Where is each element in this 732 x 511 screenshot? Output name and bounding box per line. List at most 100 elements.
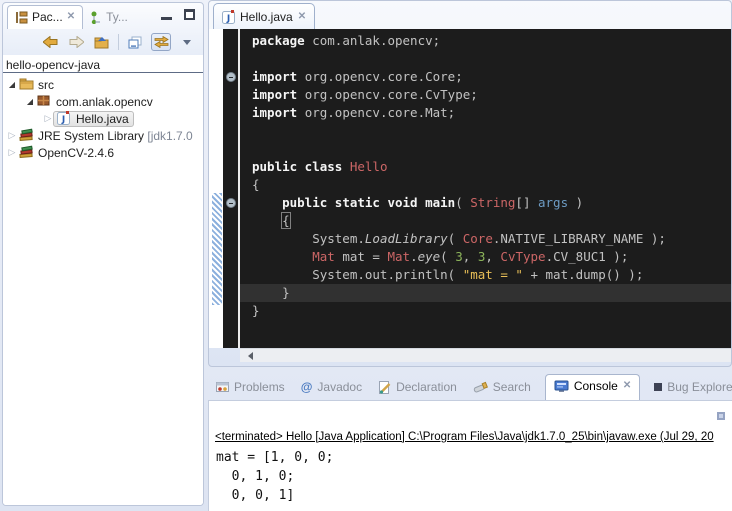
forward-arrow-icon bbox=[69, 36, 84, 48]
javadoc-icon: @ bbox=[301, 381, 313, 393]
code-line: System.LoadLibrary( Core.NATIVE_LIBRARY_… bbox=[252, 230, 731, 248]
code-text[interactable]: package com.anlak.opencv; import org.ope… bbox=[240, 29, 731, 348]
collapse-all-button[interactable] bbox=[125, 33, 145, 51]
range-indicator bbox=[212, 193, 222, 305]
minimize-button[interactable] bbox=[161, 17, 172, 20]
tree-item-label: Hello.java bbox=[76, 112, 129, 126]
chevron-down-icon bbox=[183, 40, 191, 45]
view-window-buttons bbox=[161, 9, 195, 20]
code-token: org.opencv.core.Core; bbox=[305, 69, 463, 84]
console-output[interactable]: mat = [1, 0, 0; 0, 1, 0; 0, 0, 1] bbox=[216, 448, 333, 505]
tree-item-project-root[interactable]: hello-opencv-java bbox=[3, 58, 203, 73]
code-token: { bbox=[282, 213, 290, 228]
package-folder-icon bbox=[19, 77, 35, 92]
close-icon[interactable]: ✕ bbox=[67, 12, 75, 22]
tab-package-explorer[interactable]: Pac... ✕ bbox=[7, 5, 83, 29]
code-line: System.out.println( "mat = " + mat.dump(… bbox=[252, 266, 731, 284]
code-token: args bbox=[538, 195, 568, 210]
view-tabbar: Pac... ✕ Ty... bbox=[3, 3, 203, 29]
console-toolbar-icon[interactable] bbox=[717, 412, 725, 420]
expand-arrow-icon[interactable]: ▷ bbox=[7, 130, 17, 141]
tab-label: Javadoc bbox=[317, 380, 362, 394]
console-output-line: 0, 1, 0; bbox=[216, 467, 333, 486]
editor-tab-hello-java[interactable]: J Hello.java ✕ bbox=[213, 3, 315, 29]
code-token: Mat bbox=[387, 249, 410, 264]
editor-tabbar: J Hello.java ✕ bbox=[209, 1, 731, 29]
tab-label: Ty... bbox=[106, 10, 128, 24]
code-line: } bbox=[252, 302, 731, 320]
fold-margin[interactable] bbox=[223, 29, 240, 348]
console-output-line: 0, 0, 1] bbox=[216, 486, 333, 505]
console-process-title: <terminated> Hello [Java Application] C:… bbox=[215, 431, 732, 443]
library-icon bbox=[19, 128, 35, 143]
selected-item-highlight: JHello.java bbox=[53, 111, 134, 127]
go-up-button[interactable] bbox=[92, 33, 112, 51]
project-tree: hello-opencv-java ◢src◢com.anlak.opencv▷… bbox=[3, 55, 203, 505]
tab-problems[interactable]: Problems bbox=[214, 376, 287, 400]
code-line: package com.anlak.opencv; bbox=[252, 32, 731, 50]
close-icon[interactable]: ✕ bbox=[298, 12, 306, 22]
scroll-left-arrow-icon[interactable] bbox=[248, 352, 253, 360]
forward-button[interactable] bbox=[66, 33, 86, 51]
code-token: } bbox=[252, 303, 260, 318]
tree-item-jre-system-library[interactable]: ▷ JRE System Library [jdk1.7.0 bbox=[3, 127, 203, 144]
code-token: String bbox=[470, 195, 515, 210]
code-token: + mat.dump() ); bbox=[523, 267, 643, 282]
expand-arrow-icon[interactable]: ▷ bbox=[43, 113, 53, 124]
tree-item-src[interactable]: ◢src bbox=[3, 76, 203, 93]
tab-label: Pac... bbox=[32, 10, 63, 24]
tab-search[interactable]: Search bbox=[471, 376, 533, 400]
code-token: ( bbox=[448, 231, 463, 246]
back-arrow-icon bbox=[43, 36, 58, 48]
horizontal-scrollbar[interactable] bbox=[240, 348, 731, 362]
code-line: } bbox=[240, 284, 731, 302]
fold-collapse-icon[interactable] bbox=[226, 72, 236, 82]
tab-label: Declaration bbox=[396, 380, 457, 394]
tab-type-hierarchy[interactable]: Ty... bbox=[83, 6, 135, 29]
code-line: import org.opencv.core.CvType; bbox=[252, 86, 731, 104]
collapse-arrow-icon[interactable]: ◢ bbox=[7, 80, 17, 89]
code-token: . bbox=[410, 249, 418, 264]
fold-collapse-icon[interactable] bbox=[226, 198, 236, 208]
link-with-editor-button[interactable] bbox=[151, 33, 171, 51]
tab-declaration[interactable]: Declaration bbox=[376, 376, 459, 400]
tree-item-label: OpenCV-2.4.6 bbox=[38, 146, 114, 160]
maximize-button[interactable] bbox=[184, 9, 195, 20]
code-line: Mat mat = Mat.eye( 3, 3, CvType.CV_8UC1 … bbox=[252, 248, 731, 266]
code-token: Core bbox=[463, 231, 493, 246]
bottom-view-stack: Problems @ Javadoc Declaration Search Console… bbox=[208, 372, 732, 511]
code-line: import org.opencv.core.Core; bbox=[252, 68, 731, 86]
code-token: import bbox=[252, 105, 305, 120]
code-token: [] bbox=[515, 195, 538, 210]
package-explorer-icon bbox=[15, 11, 28, 24]
tab-console[interactable]: Console ✕ bbox=[545, 374, 640, 400]
code-token: import bbox=[252, 69, 305, 84]
tree-item-com-anlak-opencv[interactable]: ◢com.anlak.opencv bbox=[3, 93, 203, 110]
code-token: ( bbox=[455, 195, 470, 210]
tab-label: Bug Explorer bbox=[667, 380, 732, 394]
code-token bbox=[252, 249, 312, 264]
back-button[interactable] bbox=[40, 33, 60, 51]
tree-item-hello-java[interactable]: ▷JHello.java bbox=[3, 110, 203, 127]
tree-item-label: JRE System Library [jdk1.7.0 bbox=[38, 129, 193, 143]
code-editor[interactable]: package com.anlak.opencv; import org.ope… bbox=[209, 29, 731, 348]
code-line: public class Hello bbox=[252, 158, 731, 176]
svg-text:J: J bbox=[226, 14, 230, 24]
code-token: public class bbox=[252, 159, 350, 174]
java-file-icon: J bbox=[222, 10, 235, 24]
code-line: public static void main( String[] args ) bbox=[252, 194, 731, 212]
view-menu-button[interactable] bbox=[177, 33, 197, 51]
code-line bbox=[252, 140, 731, 158]
collapse-arrow-icon[interactable]: ◢ bbox=[25, 97, 35, 106]
code-token: , bbox=[485, 249, 500, 264]
bug-icon bbox=[654, 383, 662, 391]
bottom-tabbar: Problems @ Javadoc Declaration Search Console… bbox=[208, 372, 732, 400]
expand-arrow-icon[interactable]: ▷ bbox=[7, 147, 17, 158]
close-icon[interactable]: ✕ bbox=[623, 381, 631, 391]
tab-label: Console bbox=[574, 379, 618, 393]
project-label: hello-opencv-java bbox=[6, 58, 100, 72]
tree-item-opencv-2-4-6[interactable]: ▷ OpenCV-2.4.6 bbox=[3, 144, 203, 161]
tab-javadoc[interactable]: @ Javadoc bbox=[299, 376, 364, 400]
annotation-ruler[interactable] bbox=[209, 29, 223, 348]
tab-bug-explorer[interactable]: Bug Explorer bbox=[652, 376, 732, 400]
